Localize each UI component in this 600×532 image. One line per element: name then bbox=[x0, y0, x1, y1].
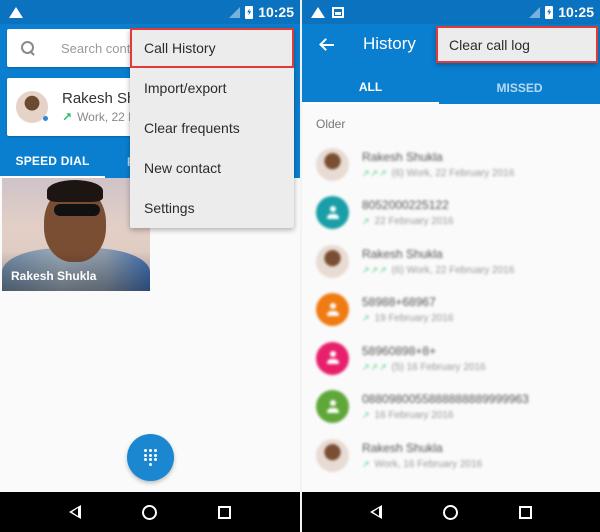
avatar[interactable] bbox=[316, 438, 349, 472]
search-input[interactable]: Search conta bbox=[61, 41, 138, 56]
outgoing-call-icon: ↗ bbox=[62, 110, 73, 124]
tab-speed-dial[interactable]: SPEED DIAL bbox=[0, 146, 105, 178]
call-log-item[interactable]: Rakesh Shukla ↗↗↗ (6) Work, 22 February 20… bbox=[302, 237, 600, 286]
battery-charging-icon bbox=[545, 5, 554, 19]
section-header: Older bbox=[316, 117, 346, 131]
screenshot-pair: 10:25 Search conta Rakesh Shu ↗ Work, 22… bbox=[0, 0, 600, 532]
outgoing-call-icon: ↗↗↗ bbox=[362, 264, 388, 275]
back-arrow-icon[interactable] bbox=[319, 38, 335, 52]
caller-name: 0880980055888888889999963 bbox=[362, 392, 529, 407]
status-time: 10:25 bbox=[258, 4, 294, 20]
home-icon[interactable] bbox=[442, 504, 458, 520]
status-bar: 10:25 bbox=[0, 0, 300, 24]
back-icon[interactable] bbox=[370, 505, 383, 519]
person-icon bbox=[326, 302, 339, 317]
call-log-item[interactable]: 0880980055888888889999963 ↗ 16 February 20… bbox=[302, 383, 600, 432]
call-detail: 16 February 2016 bbox=[374, 410, 454, 422]
status-time: 10:25 bbox=[558, 4, 594, 20]
call-detail: 22 February 2016 bbox=[374, 216, 454, 228]
status-bar: 10:25 bbox=[302, 0, 600, 24]
person-icon bbox=[326, 205, 339, 220]
contact-placeholder-avatar[interactable] bbox=[316, 196, 349, 230]
call-detail: (5) 16 February 2016 bbox=[391, 361, 486, 373]
menu-item-clear-call-log[interactable]: Clear call log bbox=[436, 26, 598, 63]
signal-icon bbox=[229, 6, 241, 18]
caller-name: Rakesh Shukla bbox=[362, 246, 443, 261]
person-icon bbox=[326, 351, 339, 365]
dialpad-icon bbox=[143, 449, 158, 466]
outgoing-call-icon: ↗↗↗ bbox=[362, 361, 388, 372]
battery-charging-icon bbox=[245, 5, 254, 19]
overflow-menu: Clear call log bbox=[436, 26, 598, 63]
menu-item-import-export[interactable]: Import/export bbox=[130, 68, 294, 108]
recents-icon[interactable] bbox=[518, 505, 532, 519]
call-log-item[interactable]: Rakesh Shukla ↗↗↗ (6) Work, 22 February 20… bbox=[302, 140, 600, 189]
outgoing-call-icon: ↗ bbox=[362, 313, 371, 324]
recents-icon[interactable] bbox=[218, 505, 232, 519]
caller-name: Rakesh Shukla bbox=[362, 149, 443, 164]
avatar[interactable] bbox=[316, 244, 349, 278]
notification-icon bbox=[311, 6, 325, 18]
search-icon bbox=[21, 41, 35, 55]
caller-name: 58988+68967 bbox=[362, 295, 436, 310]
caller-name: 8052000225122 bbox=[362, 198, 449, 213]
menu-item-new-contact[interactable]: New contact bbox=[130, 148, 294, 188]
menu-item-clear-frequents[interactable]: Clear frequents bbox=[130, 108, 294, 148]
caller-name: Rakesh Shukla bbox=[362, 440, 443, 455]
outgoing-call-icon: ↗ bbox=[362, 216, 371, 227]
caller-name: 58960898+8+ bbox=[362, 343, 437, 358]
contact-placeholder-avatar[interactable] bbox=[316, 341, 349, 375]
call-log-item[interactable]: 58960898+8+ ↗↗↗ (5) 16 February 2016 bbox=[302, 334, 600, 383]
avatar[interactable] bbox=[316, 147, 349, 181]
navigation-bar bbox=[302, 492, 600, 532]
person-icon bbox=[326, 399, 339, 414]
tab-bar: ALL MISSED bbox=[302, 72, 600, 104]
home-icon[interactable] bbox=[141, 504, 157, 520]
dialpad-button[interactable] bbox=[127, 434, 174, 481]
call-detail: (6) Work, 22 February 2016 bbox=[391, 264, 515, 276]
signal-icon bbox=[529, 6, 541, 18]
navigation-bar bbox=[0, 492, 300, 532]
menu-item-settings[interactable]: Settings bbox=[130, 188, 294, 228]
notification-icon bbox=[9, 6, 23, 18]
phone-app-screen: 10:25 Search conta Rakesh Shu ↗ Work, 22… bbox=[0, 0, 300, 532]
call-history-screen: 10:25 History ALL MISSED Clear call log … bbox=[300, 0, 600, 532]
back-icon[interactable] bbox=[68, 505, 81, 519]
call-log-item[interactable]: Rakesh Shukla ↗ Work, 16 February 2016 bbox=[302, 431, 600, 480]
call-log-list: Rakesh Shukla ↗↗↗ (6) Work, 22 February 20… bbox=[302, 140, 600, 480]
image-notification-icon bbox=[332, 6, 344, 18]
page-title: History bbox=[363, 34, 416, 53]
tab-missed[interactable]: MISSED bbox=[439, 72, 600, 104]
outgoing-call-icon: ↗↗↗ bbox=[362, 167, 388, 178]
avatar bbox=[16, 91, 48, 123]
call-log-item[interactable]: 8052000225122 ↗ 22 February 2016 bbox=[302, 189, 600, 238]
menu-item-call-history[interactable]: Call History bbox=[130, 28, 294, 68]
overflow-menu: Call History Import/export Clear frequen… bbox=[130, 28, 294, 228]
call-detail: 19 February 2016 bbox=[374, 313, 454, 325]
call-detail: Work, 16 February 2016 bbox=[374, 458, 483, 470]
tab-all[interactable]: ALL bbox=[302, 72, 440, 104]
contact-detail: Work, 22 F bbox=[77, 110, 136, 124]
outgoing-call-icon: ↗ bbox=[362, 410, 371, 421]
speed-dial-tile[interactable]: Rakesh Shukla bbox=[2, 178, 150, 291]
contact-placeholder-avatar[interactable] bbox=[316, 293, 349, 327]
call-detail: (6) Work, 22 February 2016 bbox=[391, 167, 515, 179]
contact-placeholder-avatar[interactable] bbox=[316, 390, 349, 424]
call-log-item[interactable]: 58988+68967 ↗ 19 February 2016 bbox=[302, 286, 600, 335]
speed-dial-name: Rakesh Shukla bbox=[11, 269, 97, 283]
outgoing-call-icon: ↗ bbox=[362, 458, 371, 469]
